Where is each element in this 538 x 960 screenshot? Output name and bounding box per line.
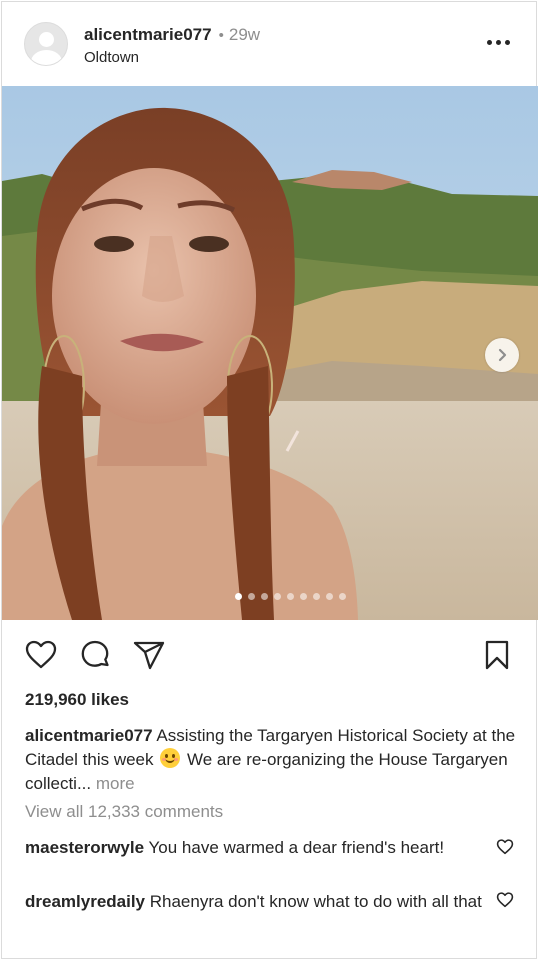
carousel-dot [273,593,281,600]
heart-icon [496,892,514,908]
carousel-dot [325,593,333,600]
more-dot [496,40,501,45]
comment-like-button[interactable] [496,838,514,856]
heart-icon [496,839,514,855]
share-button[interactable] [132,638,166,672]
post-caption: alicentmarie077 Assisting the Targaryen … [25,724,525,796]
avatar-body [31,50,62,65]
smiling-face-emoji-icon [160,748,181,768]
comment-text: You have warmed a dear friend's heart! [148,838,445,857]
user-line: alicentmarie077 • 29w [84,25,260,45]
comment-username[interactable]: maesterorwyle [25,838,144,857]
paper-plane-icon [133,641,165,670]
caption-more-link[interactable]: more [96,774,135,793]
post-actions [2,634,536,674]
comment-item: maesterorwyle You have warmed a dear fri… [25,836,490,860]
carousel-dot [286,593,294,600]
right-eye [189,236,229,252]
save-button[interactable] [480,638,514,672]
carousel-indicator [2,593,538,600]
photo-illustration [2,86,538,620]
carousel-dot [260,593,268,600]
comment-bubble-icon [81,640,109,667]
view-all-comments-link[interactable]: View all 12,333 comments [25,802,223,822]
bookmark-icon [485,640,509,670]
post-time[interactable]: 29w [229,25,260,45]
carousel-dot [312,593,320,600]
post-username[interactable]: alicentmarie077 [84,25,212,45]
heart-icon [25,640,57,669]
next-slide-button[interactable] [485,338,519,372]
avatar[interactable] [24,22,68,66]
carousel-dot [247,593,255,600]
post-header: alicentmarie077 • 29w Oldtown [2,2,536,86]
comment-button[interactable] [78,638,112,672]
caption-username[interactable]: alicentmarie077 [25,726,153,745]
comment-like-button[interactable] [496,891,514,909]
carousel-dot [299,593,307,600]
more-dot [487,40,492,45]
more-options-icon[interactable] [487,40,510,45]
separator-dot: • [218,27,224,44]
like-button[interactable] [24,638,58,672]
avatar-head [39,32,54,47]
likes-count[interactable]: 219,960 likes [25,690,129,710]
post-photo[interactable] [2,86,538,620]
post-location[interactable]: Oldtown [84,49,139,66]
left-eye [94,236,134,252]
comment-text: Rhaenyra don't know what to do with all … [149,892,482,911]
carousel-dot [338,593,346,600]
post-card: alicentmarie077 • 29w Oldtown 219,960 li… [1,1,538,959]
comment-username[interactable]: dreamlyredaily [25,892,145,911]
carousel-dot [234,593,242,600]
chevron-right-icon [498,348,507,362]
comment-item: dreamlyredaily Rhaenyra don't know what … [25,890,490,914]
more-dot [505,40,510,45]
